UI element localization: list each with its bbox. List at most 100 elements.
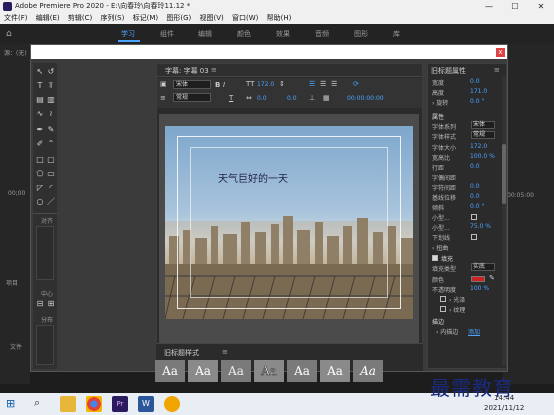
style-swatch[interactable]: Aa	[155, 360, 185, 382]
prop-tracking-value[interactable]: 0.0	[470, 183, 480, 190]
menu-edit[interactable]: 编辑(E)	[36, 14, 60, 22]
vertical-type-tool-icon[interactable]: ⫪	[46, 81, 56, 91]
show-video-icon[interactable]: ⟳	[353, 80, 359, 88]
vertical-area-type-tool-icon[interactable]: ▥	[46, 95, 56, 105]
menu-graphics[interactable]: 图形(G)	[166, 14, 191, 22]
convert-anchor-tool-icon[interactable]: ⌃	[46, 139, 56, 149]
prop-baseline-value[interactable]: 0.0	[470, 193, 480, 200]
eyedropper-icon[interactable]: ✎	[489, 274, 495, 282]
new-title-icon[interactable]: ▣	[160, 80, 167, 88]
prop-rotation-label[interactable]: › 旋转	[432, 98, 448, 107]
minimize-button[interactable]: —	[476, 0, 502, 13]
fill-color-swatch[interactable]	[471, 276, 485, 282]
prop-fill-type-select[interactable]: 实底	[471, 263, 495, 271]
section-stroke[interactable]: 描边	[432, 317, 444, 326]
properties-scrollbar-thumb[interactable]	[502, 144, 506, 204]
menu-sequence[interactable]: 序列(S)	[100, 14, 124, 22]
premiere-taskbar-icon[interactable]: Pr	[112, 396, 128, 412]
add-inner-stroke-link[interactable]: 添加	[468, 327, 480, 336]
tab-audio[interactable]: 音频	[315, 24, 329, 44]
roll-crawl-icon[interactable]: ≡	[160, 94, 166, 102]
home-icon[interactable]: ⌂	[6, 24, 12, 44]
line-tool-icon[interactable]: ／	[46, 197, 56, 207]
prop-slant-value[interactable]: 0.0 °	[470, 203, 484, 210]
tab-graphics[interactable]: 图形	[354, 24, 368, 44]
prop-font-size-value[interactable]: 172.0	[470, 143, 487, 150]
font-family-select[interactable]: 宋体	[173, 80, 211, 89]
taskbar-date[interactable]: 2021/11/12	[484, 404, 524, 412]
rectangle-tool-icon[interactable]: □	[35, 155, 45, 165]
sheen-checkbox[interactable]	[440, 296, 446, 302]
underline-checkbox[interactable]	[471, 234, 477, 240]
prop-rotation-value[interactable]: 0.0 °	[470, 98, 484, 105]
close-window-button[interactable]: ✕	[528, 0, 554, 13]
center-horizontal-icon[interactable]: ⊞	[46, 299, 56, 309]
vertical-path-type-tool-icon[interactable]: ≀	[46, 109, 56, 119]
fill-checkbox[interactable]	[432, 255, 438, 261]
selection-tool-icon[interactable]: ↖	[35, 67, 45, 77]
path-type-tool-icon[interactable]: ∿	[35, 109, 45, 119]
font-size-value[interactable]: 172.0	[257, 81, 274, 88]
align-center-icon[interactable]: ☰	[320, 80, 326, 88]
rotate-tool-icon[interactable]: ↺	[46, 67, 56, 77]
underline-icon[interactable]: T	[229, 94, 233, 102]
arc-tool-icon[interactable]: ◜	[46, 183, 56, 193]
italic-icon[interactable]: I	[223, 81, 225, 89]
video-preview-canvas[interactable]: 天气巨好的一天	[165, 126, 413, 319]
safe-margins-icon[interactable]: ▦	[323, 94, 330, 102]
menu-file[interactable]: 文件(F)	[4, 14, 28, 22]
section-fill[interactable]: 填充	[441, 254, 453, 263]
properties-scrollbar[interactable]	[502, 76, 506, 366]
section-attributes[interactable]: 属性	[432, 112, 444, 121]
prop-opacity-value[interactable]: 100 %	[470, 285, 489, 292]
word-icon[interactable]: W	[138, 396, 154, 412]
prop-sheen-label[interactable]: › 光泽	[449, 295, 465, 304]
pen-tool-icon[interactable]: ✒	[35, 125, 45, 135]
prop-aspect-value[interactable]: 100.0 %	[470, 153, 495, 160]
app-icon[interactable]	[164, 396, 180, 412]
prop-width-value[interactable]: 0.0	[470, 78, 480, 85]
leading-value[interactable]: 0.0	[287, 95, 297, 102]
style-swatch[interactable]: Aa	[254, 360, 284, 382]
type-tool-icon[interactable]: T	[35, 81, 45, 91]
center-vertical-icon[interactable]: ⊟	[35, 299, 45, 309]
menu-view[interactable]: 视图(V)	[199, 14, 223, 22]
font-style-select[interactable]: 常规	[173, 93, 211, 102]
style-swatch[interactable]: Aa	[353, 360, 383, 382]
style-swatch[interactable]: Aa	[188, 360, 218, 382]
windows-start-icon[interactable]: ⊞	[6, 397, 15, 410]
timecode-value[interactable]: 00:00:00:00	[347, 95, 384, 102]
menu-help[interactable]: 帮助(H)	[267, 14, 292, 22]
rounded-corner-tool-icon[interactable]: ▭	[46, 169, 56, 179]
tab-libraries[interactable]: 库	[393, 24, 400, 44]
prop-inner-stroke-label[interactable]: › 内描边	[436, 327, 458, 336]
prop-font-style-select[interactable]: 常规	[471, 131, 495, 139]
clipped-corner-tool-icon[interactable]: ⬠	[35, 169, 45, 179]
ellipse-tool-icon[interactable]: ○	[35, 197, 45, 207]
bold-icon[interactable]: B	[215, 81, 220, 89]
rounded-rectangle-tool-icon[interactable]: ▢	[46, 155, 56, 165]
kerning-value[interactable]: 0.0	[257, 95, 267, 102]
style-swatch[interactable]: Aa	[287, 360, 317, 382]
align-right-icon[interactable]: ☰	[331, 80, 337, 88]
tab-editing[interactable]: 编辑	[198, 24, 212, 44]
menu-window[interactable]: 窗口(W)	[232, 14, 258, 22]
tab-effects[interactable]: 效果	[276, 24, 290, 44]
area-type-tool-icon[interactable]: ▤	[35, 95, 45, 105]
prop-font-family-select[interactable]: 宋体	[471, 121, 495, 129]
prop-leading-value[interactable]: 0.0	[470, 163, 480, 170]
prop-texture-label[interactable]: › 纹理	[449, 305, 465, 314]
panel-menu-icon[interactable]: ≡	[211, 66, 217, 74]
maximize-button[interactable]: ☐	[502, 0, 528, 13]
title-tab[interactable]: 字幕: 字幕 03	[165, 66, 209, 76]
tab-color[interactable]: 颜色	[237, 24, 251, 44]
prop-smallcaps-size-value[interactable]: 75.0 %	[470, 223, 491, 230]
properties-menu-icon[interactable]: ≡	[494, 66, 500, 74]
add-anchor-tool-icon[interactable]: ✎	[46, 125, 56, 135]
style-swatch[interactable]: Aa	[320, 360, 350, 382]
smallcaps-checkbox[interactable]	[471, 214, 477, 220]
menu-clip[interactable]: 剪辑(C)	[68, 14, 92, 22]
search-icon[interactable]: ⌕	[34, 396, 40, 410]
texture-checkbox[interactable]	[440, 306, 446, 312]
style-swatch[interactable]: Aa	[221, 360, 251, 382]
